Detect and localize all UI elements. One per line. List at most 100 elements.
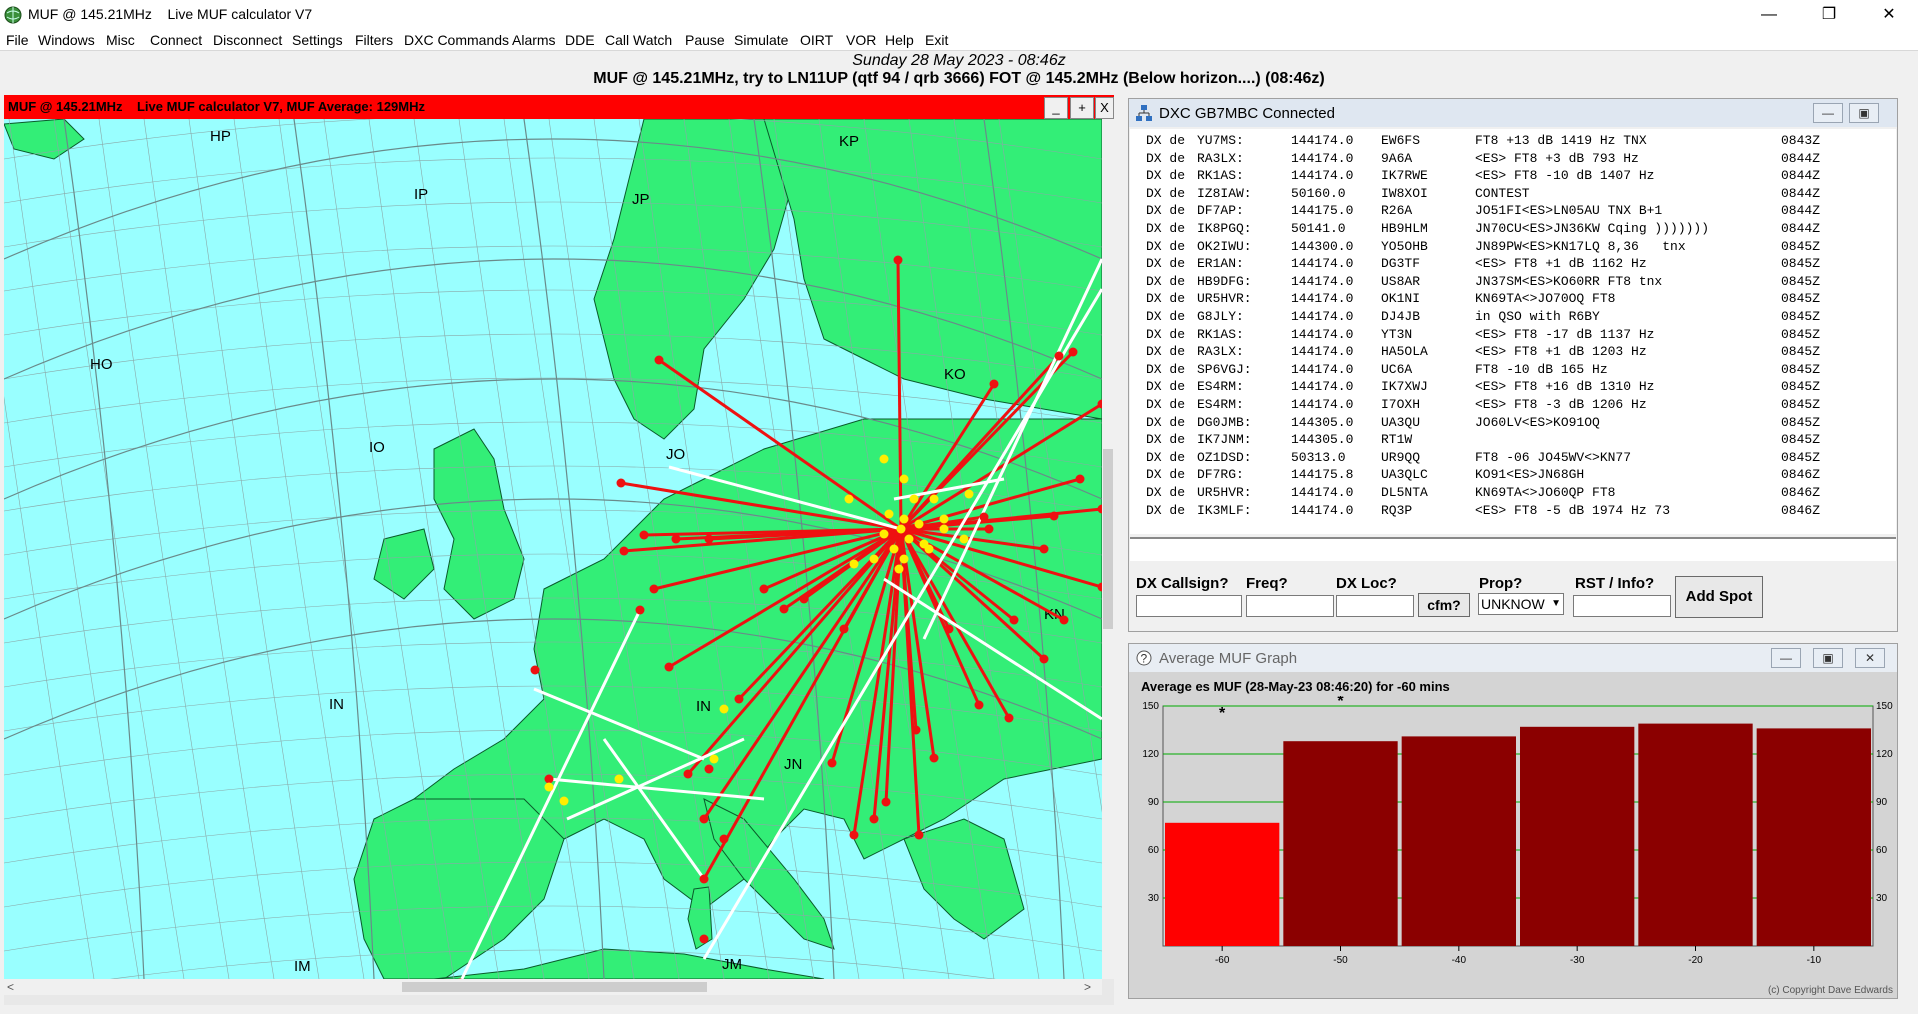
dx-spot-row[interactable]: DX de ER1AN: 144174.0 DG3TF <ES> FT8 +1 dB 1… — [1146, 256, 1846, 273]
spot-marker-red — [929, 753, 939, 763]
cfm-button[interactable]: cfm? — [1418, 593, 1470, 617]
graph-close-button[interactable]: ✕ — [1855, 648, 1885, 668]
dx-spot-row[interactable]: DX de DF7RG: 144175.8 UA3QLC KO91<ES>JN68GH 0… — [1146, 467, 1846, 484]
menu-connect[interactable]: Connect — [150, 32, 202, 48]
spot-marker-red — [704, 764, 714, 774]
spot-marker-red — [639, 530, 649, 540]
x-tick-label: -60 — [1215, 955, 1230, 966]
dx-spot-row[interactable]: DX de UR5HVR: 144174.0 OK1NI KN69TA<>JO70OQ … — [1146, 291, 1846, 308]
scroll-right-icon[interactable]: > — [1084, 980, 1091, 994]
menu-dde[interactable]: DDE — [565, 32, 595, 48]
menu-vor[interactable]: VOR — [846, 32, 876, 48]
minimize-button[interactable]: — — [1746, 0, 1792, 30]
dx-spot-row[interactable]: DX de IK8PGQ: 50141.0 HB9HLM JN70CU<ES>JN36K… — [1146, 221, 1846, 238]
spot-comment: JO60LV<ES>KO91OQ — [1475, 414, 1600, 430]
dx-spot-row[interactable]: DX de G8JLY: 144174.0 DJ4JB in QSO with R6BY… — [1146, 309, 1846, 326]
dx-spot-row[interactable]: DX de IZ8IAW: 50160.0 IW8XOI CONTEST 0844Z — [1146, 186, 1846, 203]
graph-maximize-button[interactable]: ▣ — [1813, 648, 1843, 668]
menu-disconnect[interactable]: Disconnect — [213, 32, 282, 48]
dxc-maximize-button[interactable]: ▣ — [1849, 103, 1879, 123]
menu-settings[interactable]: Settings — [292, 32, 343, 48]
graph-window-titlebar: ? Average MUF Graph — ▣ ✕ — [1129, 644, 1897, 672]
dxc-minimize-button[interactable]: — — [1813, 103, 1843, 123]
spot-comment: <ES> FT8 +1 dB 1162 Hz — [1475, 256, 1647, 272]
map-close-button[interactable]: X — [1095, 97, 1114, 119]
menu-alarms[interactable]: Alarms — [512, 32, 556, 48]
menu-exit[interactable]: Exit — [925, 32, 948, 48]
menu-call-watch[interactable]: Call Watch — [605, 32, 672, 48]
dx-spot-row[interactable]: DX de UR5HVR: 144174.0 DL5NTA KN69TA<>JO60QP… — [1146, 485, 1846, 502]
spot-freq: 144174.0 — [1291, 309, 1354, 324]
dx-spot-row[interactable]: DX de DF7AP: 144175.0 R26A JO51FI<ES>LN05AU … — [1146, 203, 1846, 220]
dx-spot-row[interactable]: DX de RK1AS: 144174.0 YT3N <ES> FT8 -17 dB 1… — [1146, 327, 1846, 344]
menu-help[interactable]: Help — [885, 32, 914, 48]
dx-loc-input[interactable] — [1336, 595, 1414, 617]
grid-label-in-west: IN — [329, 696, 344, 713]
spot-time: 0844Z — [1781, 203, 1821, 219]
spot-call: DJ4JB — [1381, 309, 1421, 324]
spot-comment: CONTEST — [1475, 185, 1530, 201]
close-button[interactable]: ✕ — [1866, 0, 1912, 30]
spot-comment: <ES> FT8 +16 dB 1310 Hz — [1475, 379, 1655, 395]
spot-marker-yellow — [939, 514, 949, 524]
map-horizontal-scroll-thumb[interactable] — [402, 982, 707, 992]
map-vertical-scroll-thumb[interactable] — [1103, 449, 1113, 629]
menu-dxc-commands[interactable]: DXC Commands — [404, 32, 509, 48]
menu-windows[interactable]: Windows — [38, 32, 95, 48]
muf-bar — [1756, 728, 1871, 946]
map-minimize-button[interactable]: _ — [1044, 97, 1068, 119]
dx-spot-row[interactable]: DX de RA3LX: 144174.0 9A6A <ES> FT8 +3 dB 79… — [1146, 151, 1846, 168]
add-spot-button[interactable]: Add Spot — [1675, 576, 1763, 618]
dx-spot-row[interactable]: DX de OK2IWU: 144300.0 YO5OHB JN89PW<ES>KN17… — [1146, 239, 1846, 256]
spot-prefix: DX de — [1146, 361, 1186, 377]
spot-call: US8AR — [1381, 273, 1421, 289]
menu-oirt[interactable]: OIRT — [800, 32, 833, 48]
spot-marker-yellow — [964, 489, 974, 499]
spot-spotter: ES4RM: — [1197, 379, 1244, 395]
spot-prefix: DX de — [1146, 379, 1186, 395]
y-tick-label-right: 30 — [1876, 893, 1888, 904]
dx-spot-row[interactable]: DX de DG0JMB: 144305.0 UA3QU JO60LV<ES>KO91O… — [1146, 415, 1846, 432]
map-vertical-scrollbar[interactable] — [1102, 119, 1114, 979]
spot-call: 9A6A — [1381, 150, 1413, 166]
dx-spot-row[interactable]: DX de YU7MS: 144174.0 EW6FS FT8 +13 dB 1419 … — [1146, 133, 1846, 150]
dx-spot-row[interactable]: DX de ES4RM: 144174.0 IK7XWJ <ES> FT8 +16 dB… — [1146, 379, 1846, 396]
freq-input[interactable] — [1246, 595, 1334, 617]
propagation-map[interactable]: HP IP JP KP HO IO KO IN IN IM JM JN KN J… — [4, 119, 1102, 979]
dx-callsign-label: DX Callsign? — [1136, 575, 1229, 592]
dx-spot-row[interactable]: DX de IK7JNM: 144305.0 RT1W 0845Z — [1146, 432, 1846, 449]
dx-callsign-input[interactable] — [1136, 595, 1242, 617]
spot-marker-yellow — [719, 704, 729, 714]
spot-prefix: DX de — [1146, 168, 1186, 184]
dx-spot-list[interactable]: DX de YU7MS: 144174.0 EW6FS FT8 +13 dB 1419 … — [1130, 129, 1896, 534]
maximize-button[interactable]: ❐ — [1806, 0, 1852, 30]
spot-call: IK7RWE — [1381, 168, 1428, 184]
prop-select[interactable]: UNKNOW ▼ — [1478, 593, 1564, 615]
spot-call: RQ3P — [1381, 502, 1413, 518]
spot-marker-yellow — [614, 774, 624, 784]
spot-freq: 144174.0 — [1291, 273, 1354, 289]
rst-info-input[interactable] — [1573, 595, 1671, 617]
dxc-command-input[interactable] — [1130, 537, 1896, 561]
dx-spot-row[interactable]: DX de ES4RM: 144174.0 I7OXH <ES> FT8 -3 dB 1… — [1146, 397, 1846, 414]
graph-minimize-button[interactable]: — — [1771, 648, 1801, 668]
spot-marker-red — [1075, 474, 1085, 484]
map-horizontal-scrollbar[interactable]: < > — [4, 979, 1102, 995]
dx-spot-row[interactable]: DX de IK3MLF: 144174.0 RQ3P <ES> FT8 -5 dB 1… — [1146, 503, 1846, 520]
menu-simulate[interactable]: Simulate — [734, 32, 788, 48]
menu-file[interactable]: File — [6, 32, 29, 48]
spot-marker-red — [989, 379, 999, 389]
menu-pause[interactable]: Pause — [685, 32, 725, 48]
scroll-left-icon[interactable]: < — [7, 980, 14, 994]
dx-spot-row[interactable]: DX de OZ1DSD: 50313.0 UR9QQ FT8 -06 JO45WV<>… — [1146, 450, 1846, 467]
dx-spot-row[interactable]: DX de RA3LX: 144174.0 HA5OLA <ES> FT8 +1 dB … — [1146, 344, 1846, 361]
dx-spot-row[interactable]: DX de SP6VGJ: 144174.0 UC6A FT8 -10 dB 165 H… — [1146, 362, 1846, 379]
map-maximize-button[interactable]: + — [1070, 97, 1094, 119]
spot-time: 0845Z — [1781, 414, 1821, 430]
spot-marker-red — [671, 534, 681, 544]
dx-spot-row[interactable]: DX de HB9DFG: 144174.0 US8AR JN37SM<ES>KO60R… — [1146, 274, 1846, 291]
menu-misc[interactable]: Misc — [106, 32, 135, 48]
menu-filters[interactable]: Filters — [355, 32, 393, 48]
dropdown-arrow-icon[interactable]: ▼ — [1551, 594, 1561, 614]
dx-spot-row[interactable]: DX de RK1AS: 144174.0 IK7RWE <ES> FT8 -10 dB… — [1146, 168, 1846, 185]
